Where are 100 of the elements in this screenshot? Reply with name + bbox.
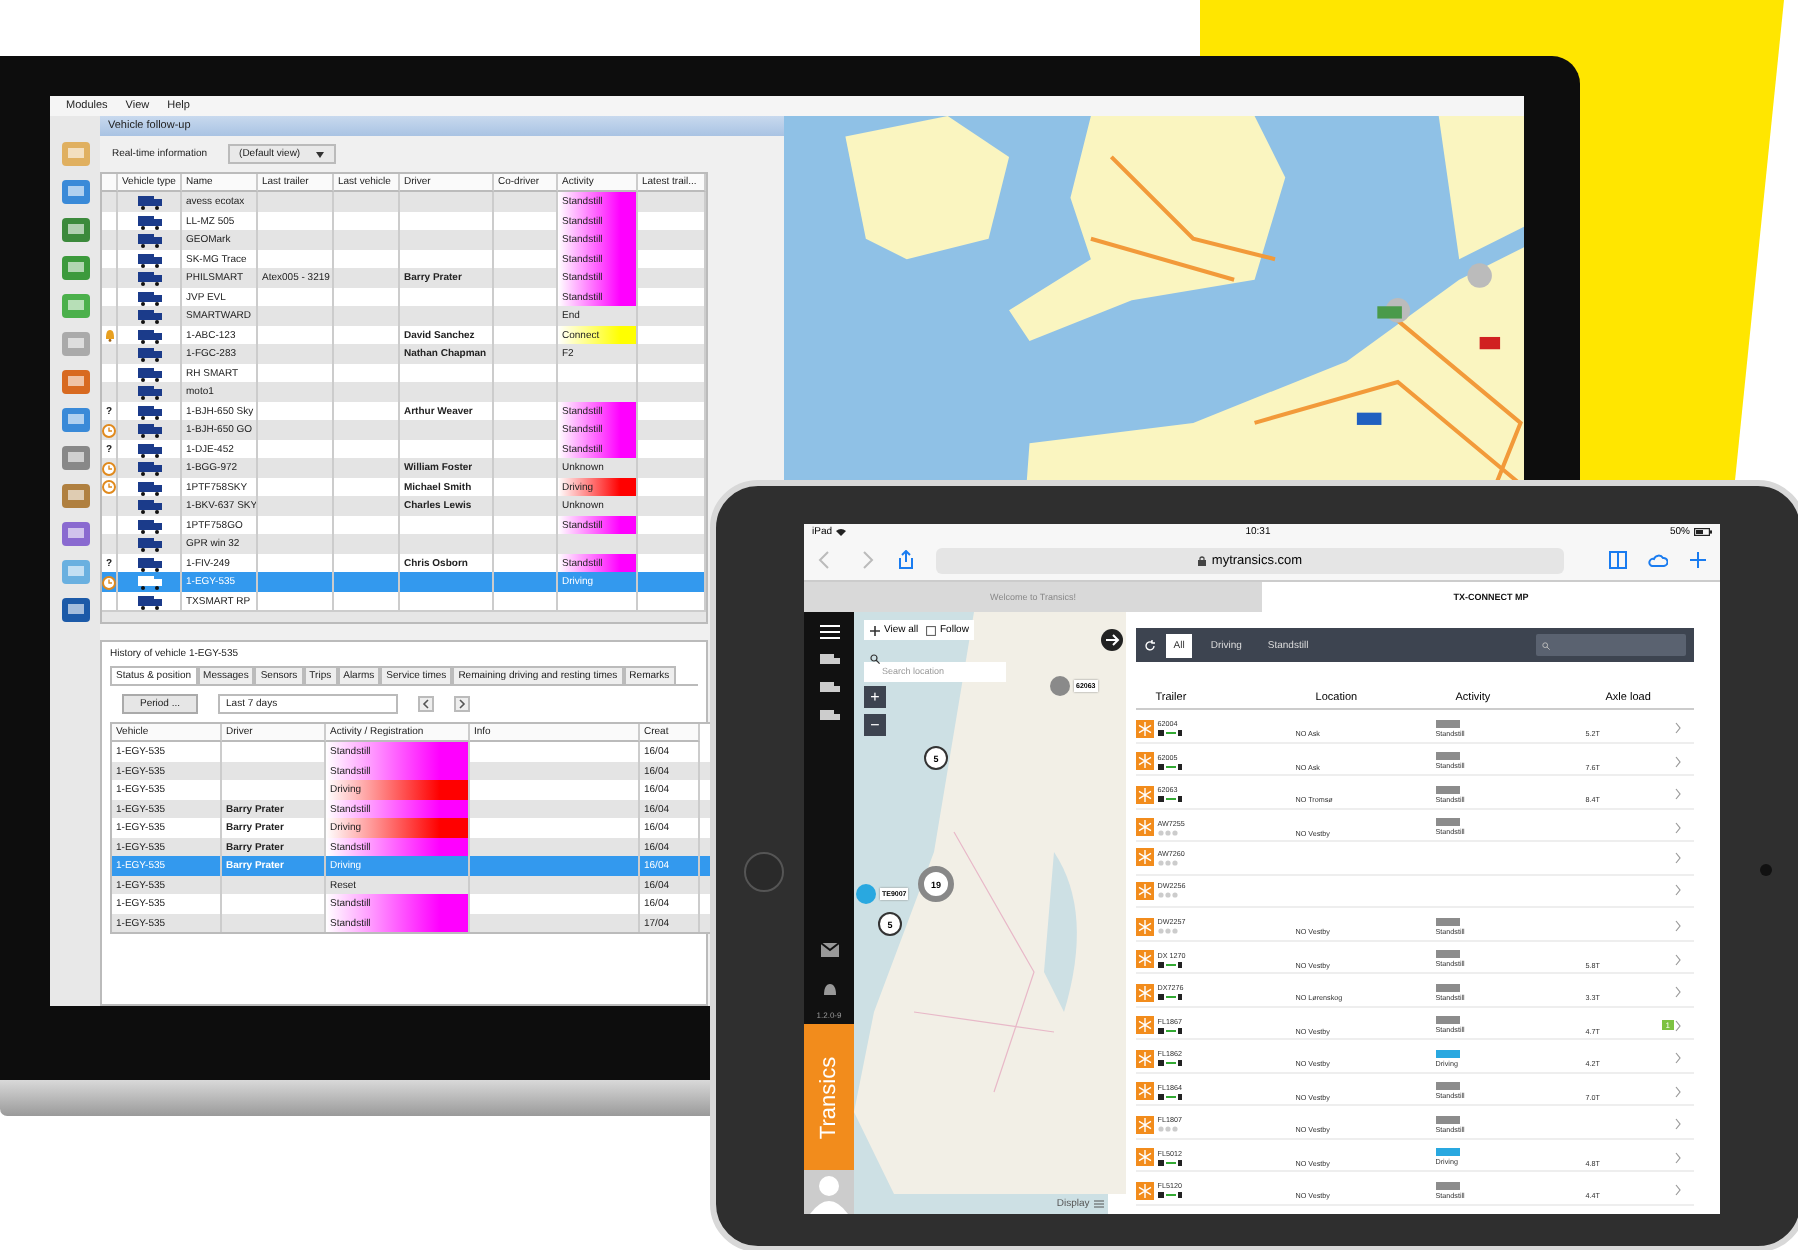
truck-icon [137, 215, 161, 229]
truck-icon [137, 367, 161, 381]
chevron-icon[interactable] [1674, 986, 1682, 998]
search-icon [1542, 641, 1550, 649]
truck-icon [137, 557, 161, 571]
zoom-in-button[interactable]: + [864, 686, 886, 708]
cloud-icon[interactable] [1648, 550, 1668, 570]
chevron-icon[interactable] [1674, 920, 1682, 932]
truck-icon [137, 424, 161, 438]
home-button[interactable] [744, 852, 784, 892]
chevron-icon[interactable] [1674, 1118, 1682, 1130]
truck-icon [137, 329, 161, 343]
toolbar-icon[interactable] [59, 368, 91, 396]
list-icon [1093, 1200, 1104, 1208]
truck-icon[interactable] [819, 708, 839, 724]
plus-icon[interactable] [1688, 550, 1708, 570]
truck-icon [137, 481, 161, 495]
refresh-icon[interactable] [1143, 639, 1156, 651]
snowflake-icon [1135, 917, 1154, 935]
next-icon[interactable] [454, 696, 471, 712]
toolbar-icon[interactable] [59, 482, 91, 510]
chevron-icon[interactable] [1674, 1019, 1682, 1031]
truck-icon [137, 462, 161, 476]
toolbar-icon[interactable] [59, 254, 91, 282]
truck-icon [137, 595, 161, 609]
menu-icon[interactable] [819, 624, 839, 640]
activity-badge [1435, 950, 1460, 958]
toolbar-icon[interactable] [59, 596, 91, 624]
chevron-icon[interactable] [1674, 1184, 1682, 1196]
snowflake-icon [1135, 848, 1154, 867]
snowflake-icon [1135, 950, 1154, 968]
chevron-icon[interactable] [1674, 1085, 1682, 1097]
avatar-icon[interactable] [804, 1170, 854, 1214]
snowflake-icon [1135, 818, 1154, 836]
horizontal-scrollbar[interactable] [102, 610, 706, 622]
caret-icon [316, 151, 325, 157]
chevron-icon[interactable] [1674, 821, 1682, 833]
chevron-icon[interactable] [1674, 851, 1682, 864]
truck-icon [137, 443, 161, 457]
activity-badge [1435, 983, 1460, 991]
toolbar-icon[interactable] [59, 406, 91, 434]
toolbar-icon[interactable] [59, 178, 91, 206]
toolbar-icon[interactable] [59, 216, 91, 244]
truck-icon [137, 576, 161, 590]
snowflake-icon [1135, 1049, 1154, 1067]
activity-badge [1435, 719, 1460, 727]
truck-icon[interactable] [819, 652, 839, 668]
previous-icon[interactable] [418, 696, 435, 712]
toolbar-icon[interactable] [59, 444, 91, 472]
activity-badge [1435, 1016, 1460, 1024]
chevron-icon[interactable] [1674, 1052, 1682, 1064]
search-icon [870, 653, 880, 663]
chevron-icon[interactable] [1674, 788, 1682, 800]
search-field[interactable] [1536, 634, 1686, 656]
battery-icon [1693, 528, 1712, 536]
chevron-icon[interactable] [1674, 1151, 1682, 1163]
snowflake-icon [1135, 719, 1154, 737]
activity-badge [1435, 752, 1460, 760]
truck-icon [137, 500, 161, 514]
bell-icon[interactable] [819, 982, 839, 998]
activity-badge [1435, 785, 1460, 793]
truck-icon [137, 272, 161, 286]
lock-icon [1197, 555, 1206, 565]
camera-icon [1760, 864, 1772, 876]
chevron-icon[interactable] [1674, 884, 1682, 897]
snowflake-icon [1135, 983, 1154, 1001]
zoom-out-button[interactable]: − [864, 714, 886, 736]
wifi-icon [836, 528, 847, 536]
share-icon[interactable] [896, 550, 916, 570]
truck-icon [137, 538, 161, 552]
truck-icon [137, 405, 161, 419]
toolbar-icon[interactable] [59, 520, 91, 548]
snowflake-icon [1135, 1181, 1154, 1199]
activity-badge [1435, 1082, 1460, 1090]
snowflake-icon [1135, 785, 1154, 803]
activity-badge [1435, 1148, 1460, 1156]
arrow-right-icon[interactable] [1099, 628, 1124, 652]
chevron-icon[interactable] [1674, 722, 1682, 734]
activity-badge [1435, 818, 1460, 826]
snowflake-icon [1135, 1115, 1154, 1133]
snowflake-icon [1135, 1016, 1154, 1034]
snowflake-icon [1135, 752, 1154, 770]
truck-icon [137, 234, 161, 248]
mail-icon[interactable] [819, 942, 839, 958]
snowflake-icon [1135, 881, 1154, 900]
chevron-icon[interactable] [1674, 755, 1682, 767]
activity-badge [1435, 1181, 1460, 1189]
brand-banner: Transics [804, 1024, 854, 1170]
truck-icon[interactable] [819, 680, 839, 696]
truck-icon [137, 310, 161, 324]
snowflake-icon [1135, 1082, 1154, 1100]
activity-badge [1435, 917, 1460, 925]
activity-badge [1435, 1049, 1460, 1057]
vehicle-pin[interactable] [856, 884, 876, 904]
chevron-icon[interactable] [1674, 953, 1682, 965]
truck-icon [137, 291, 161, 305]
activity-badge [1435, 1115, 1460, 1123]
book-icon[interactable] [1608, 550, 1628, 570]
snowflake-icon [1135, 1148, 1154, 1166]
truck-icon [137, 348, 161, 362]
